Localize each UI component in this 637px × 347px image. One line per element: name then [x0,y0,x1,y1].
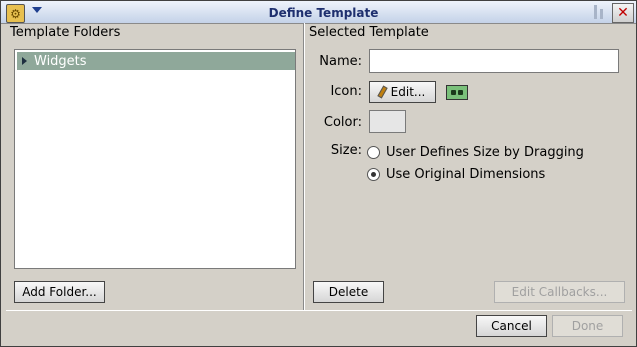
done-button[interactable]: Done [552,315,623,337]
define-template-dialog: ⚙ Define Template ✕ Template Folders Wid… [0,0,637,347]
radio-label: User Defines Size by Dragging [386,145,584,160]
add-folder-button[interactable]: Add Folder... [14,281,105,303]
title-bar[interactable]: ⚙ Define Template ✕ [1,1,636,24]
grip-icon [600,9,603,19]
color-swatch[interactable] [369,110,406,133]
cancel-button[interactable]: Cancel [476,315,547,337]
window-title: Define Template [268,6,379,20]
radio-label: Use Original Dimensions [386,167,546,182]
color-label: Color: [323,115,362,130]
edit-callbacks-button[interactable]: Edit Callbacks... [494,281,625,303]
folder-item-widgets[interactable]: Widgets [17,52,295,70]
template-folders-header: Template Folders [10,25,121,40]
folder-item-label: Widgets [34,53,87,69]
name-field[interactable] [369,49,619,73]
close-icon: ✕ [617,5,629,21]
expand-triangle-icon[interactable] [22,57,27,65]
size-label: Size: [330,143,362,158]
selected-template-panel: Selected Template Name: Icon: Edit... Co… [304,23,631,310]
edit-button-label: Edit... [390,85,426,99]
selected-template-header: Selected Template [309,25,429,40]
template-folders-panel: Template Folders Widgets Add Folder... [6,23,304,310]
radio-user-defines-size[interactable]: User Defines Size by Dragging [367,145,584,160]
dialog-footer: Cancel Done [6,310,632,343]
delete-button[interactable]: Delete [313,281,384,303]
icon-preview [446,85,468,100]
icon-label: Icon: [330,84,362,99]
grip-icon [594,5,597,19]
name-label: Name: [319,54,362,69]
edit-icon-button[interactable]: Edit... [369,81,436,103]
pencil-icon [376,85,388,99]
folder-list[interactable]: Widgets [14,49,296,269]
close-button[interactable]: ✕ [612,3,634,23]
radio-circle-selected-icon[interactable] [367,168,380,181]
radio-circle-icon[interactable] [367,146,380,159]
radio-use-original-dimensions[interactable]: Use Original Dimensions [367,167,545,182]
